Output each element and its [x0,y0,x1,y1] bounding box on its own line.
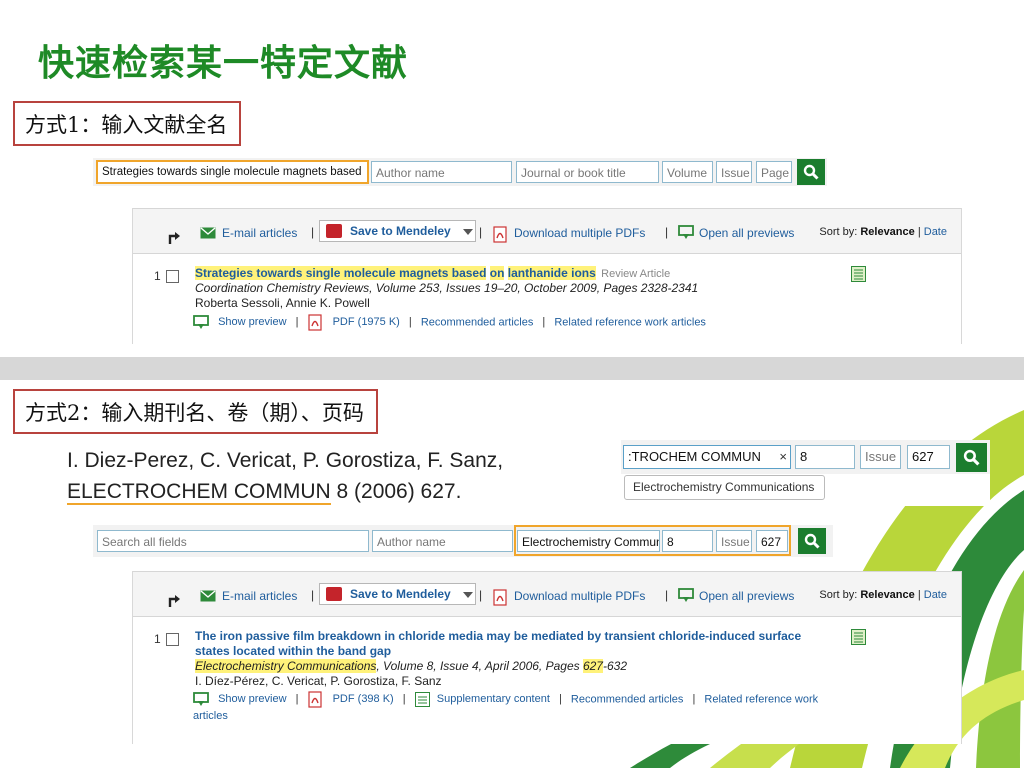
result-links: Show preview | PDF (1975 K) | Recommende… [193,314,706,331]
page-input[interactable]: 627 [756,530,788,552]
search-button[interactable] [797,159,825,185]
reference-line2: ELECTROCHEM COMMUN 8 (2006) 627. [67,480,462,505]
email-icon [200,590,216,602]
method2-label: 方式2：输入期刊名、卷（期）、页码 [13,389,378,434]
search-bar-1: Strategies towards single molecule magne… [93,158,827,186]
show-preview-link[interactable]: Show preview [218,693,286,705]
volume-input[interactable]: Volume [662,161,713,183]
sort-options: Sort by: Relevance | Date [819,226,947,238]
preview-icon [678,588,694,602]
dropdown-arrow-icon [463,229,473,235]
email-articles-link[interactable]: E-mail articles [222,226,297,240]
search-icon [963,449,980,466]
result-number: 1 [154,269,161,283]
sort-date-link[interactable]: Date [924,589,947,601]
journal-title-input[interactable]: Journal or book title [516,161,659,183]
export-arrow-icon[interactable] [166,230,182,246]
article-type: Review Article [601,268,671,280]
result-checkbox[interactable] [166,270,179,283]
search-icon [803,164,819,180]
page-start: 627 [582,659,603,673]
preview-icon [678,225,694,239]
recommended-articles-link[interactable]: Recommended articles [421,316,534,328]
journal-title-input[interactable]: Electrochemistry Commun [517,530,660,552]
results-toolbar: E-mail articles | Save to Mendeley | Dow… [133,208,961,254]
download-pdfs-link[interactable]: Download multiple PDFs [514,589,645,603]
volume-input[interactable]: 8 [795,445,855,469]
show-preview-link[interactable]: Show preview [218,316,286,328]
dropdown-arrow-icon [463,592,473,598]
sort-relevance[interactable]: Relevance [860,226,914,238]
pdf-link[interactable]: PDF (398 K) [333,693,394,705]
document-icon [851,266,866,282]
result-number: 1 [154,632,161,646]
clear-icon[interactable]: × [779,446,787,468]
author-name-input[interactable]: Author name [372,530,513,552]
save-to-mendeley-button[interactable]: Save to Mendeley [319,220,476,242]
autocomplete-suggestion[interactable]: Electrochemistry Communications [624,475,825,500]
recommended-articles-link[interactable]: Recommended articles [571,693,684,705]
method1-label: 方式1：输入文献全名 [13,101,242,146]
authors: I. Díez-Pérez, C. Vericat, P. Gorostiza,… [195,674,442,688]
journal-abbreviation: ELECTROCHEM COMMUN [67,480,331,505]
related-articles-link[interactable]: Related reference work articles [554,316,706,328]
slide-title: 快速检索某一特定文献 [38,43,409,84]
page-input[interactable]: Page [756,161,792,183]
reference-text: I. Diez-Perez, C. Vericat, P. Gorostiza,… [67,445,503,507]
search-button[interactable] [956,443,987,472]
page-input[interactable]: 627 [907,445,950,469]
result-links: Show preview | PDF (398 K) | Supplementa… [193,691,833,725]
pdf-icon [493,589,507,606]
result-checkbox[interactable] [166,633,179,646]
results-toolbar: E-mail articles | Save to Mendeley | Dow… [133,571,961,617]
sort-options: Sort by: Relevance | Date [819,589,947,601]
pdf-icon [307,314,322,331]
email-icon [200,227,216,239]
search-icon [804,533,820,549]
author-name-input[interactable]: Author name [371,161,512,183]
article-title-input[interactable]: Strategies towards single molecule magne… [96,160,369,184]
issue-input[interactable]: Issue [860,445,901,469]
sort-date-link[interactable]: Date [924,226,947,238]
pdf-icon [307,691,322,708]
email-articles-link[interactable]: E-mail articles [222,589,297,603]
method2-text: 方式2：输入期刊名、卷（期）、页码 [25,401,364,425]
export-arrow-icon[interactable] [166,593,182,609]
save-to-mendeley-button[interactable]: Save to Mendeley [319,583,476,605]
results-panel-1: E-mail articles | Save to Mendeley | Dow… [132,208,962,344]
search-button[interactable] [798,528,826,554]
authors: Roberta Sessoli, Annie K. Powell [195,296,370,310]
pdf-link[interactable]: PDF (1975 K) [333,316,400,328]
preview-icon [193,315,209,329]
preview-icon [193,692,209,706]
journal-name: Electrochemistry Communications [195,659,377,673]
download-pdfs-link[interactable]: Download multiple PDFs [514,226,645,240]
supplementary-link[interactable]: Supplementary content [437,693,550,705]
citation: Coordination Chemistry Reviews, Volume 2… [195,281,699,295]
issue-input[interactable]: Issue [716,530,752,552]
reference-line1: I. Diez-Perez, C. Vericat, P. Gorostiza,… [67,449,504,472]
citation: Electrochemistry Communications, Volume … [195,659,628,673]
sort-relevance[interactable]: Relevance [860,589,914,601]
pdf-icon [493,226,507,243]
open-all-previews-link[interactable]: Open all previews [699,226,794,240]
journal-input-active[interactable]: :TROCHEM COMMUN × [623,445,791,469]
supplementary-icon [414,692,430,707]
volume-input[interactable]: 8 [662,530,713,552]
document-icon [851,629,866,645]
article-title-link[interactable]: The iron passive film breakdown in chlor… [195,629,805,659]
mendeley-icon [326,224,342,238]
section-divider [0,357,1024,380]
autocomplete-inset: :TROCHEM COMMUN × 8 Issue 627 Electroche… [621,440,990,506]
open-all-previews-link[interactable]: Open all previews [699,589,794,603]
search-all-fields-input[interactable]: Search all fields [97,530,369,552]
results-panel-2: E-mail articles | Save to Mendeley | Dow… [132,571,962,744]
method1-text: 方式1：输入文献全名 [25,113,228,137]
mendeley-icon [326,587,342,601]
issue-input[interactable]: Issue [716,161,752,183]
search-bar-2: Search all fields Author name Electroche… [93,525,833,557]
article-title-link[interactable]: Strategies towards single molecule magne… [195,266,670,282]
